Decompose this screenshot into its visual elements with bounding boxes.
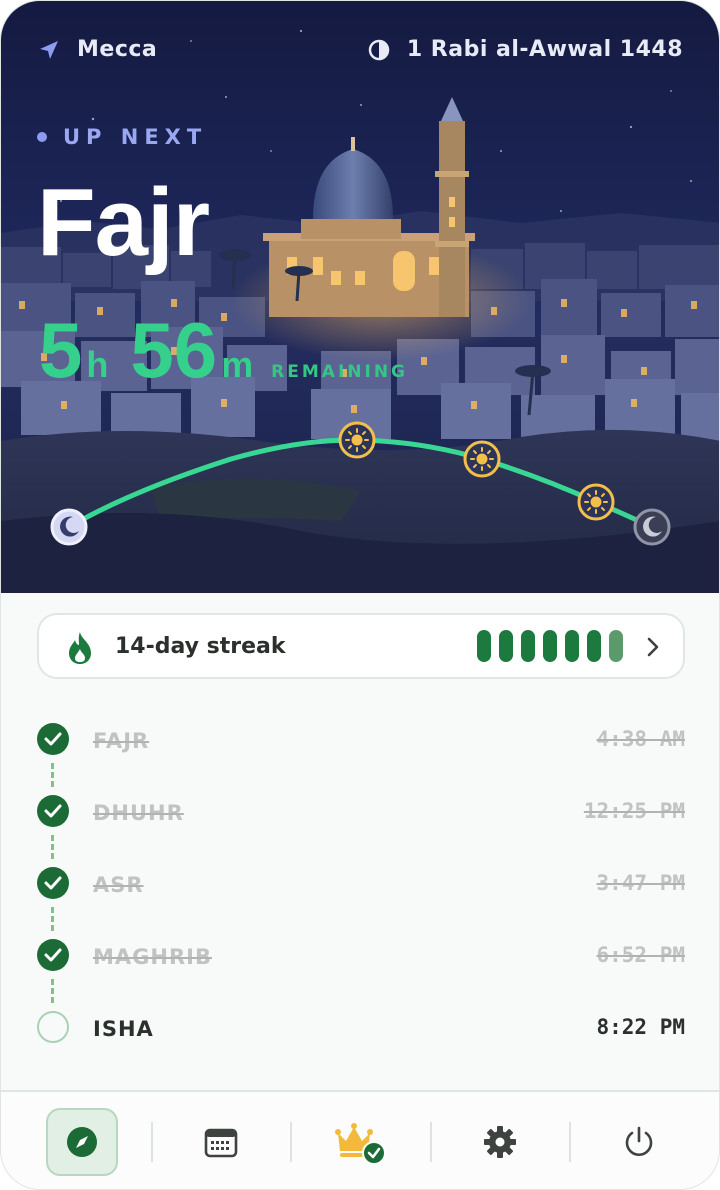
chevron-right-icon xyxy=(647,637,659,657)
countdown-hours-unit: h xyxy=(86,344,109,385)
up-next-text: UP NEXT xyxy=(63,125,208,149)
countdown-minutes-unit: m xyxy=(221,344,254,385)
nav-premium-button[interactable] xyxy=(324,1108,396,1176)
location-arrow-icon xyxy=(40,40,58,59)
up-next-label: UP NEXT xyxy=(37,125,207,149)
flame-icon xyxy=(69,632,91,664)
prayer-name: DHUHR xyxy=(93,801,184,825)
sun-icon xyxy=(463,440,501,478)
checkmark-icon[interactable] xyxy=(37,723,69,755)
countdown-remaining-label: REMAINING xyxy=(271,362,409,382)
prayer-name: ASR xyxy=(93,873,144,897)
prayer-row-asr[interactable]: ASR 3:47 PM xyxy=(1,851,719,923)
countdown-minutes: 56 xyxy=(130,306,218,394)
nav-divider xyxy=(430,1122,432,1162)
prayer-time: 3:47 PM xyxy=(596,871,685,895)
location[interactable]: Mecca xyxy=(37,37,157,62)
prayer-time: 12:25 PM xyxy=(583,799,685,823)
hero-panel: Mecca 1 Rabi al-Awwal 1448 UP NEXT Fajr … xyxy=(1,1,719,593)
countdown-hours: 5 xyxy=(39,306,83,394)
up-next-dot xyxy=(37,132,47,142)
prayer-row-isha[interactable]: ISHA 8:22 PM xyxy=(1,995,719,1067)
streak-label: 14-day streak xyxy=(115,634,286,659)
prayer-row-fajr[interactable]: FAJR 4:38 AM xyxy=(1,707,719,779)
prayer-time: 8:22 PM xyxy=(596,1015,685,1039)
streak-progress xyxy=(477,630,623,662)
streak-bar xyxy=(587,630,601,662)
prayer-row-dhuhr[interactable]: DHUHR 12:25 PM xyxy=(1,779,719,851)
hijri-date: 1 Rabi al-Awwal 1448 xyxy=(367,37,683,62)
streak-bar xyxy=(543,630,557,662)
crown-icon xyxy=(335,1123,386,1165)
sun-icon xyxy=(338,421,376,459)
app-window: Mecca 1 Rabi al-Awwal 1448 UP NEXT Fajr … xyxy=(0,0,720,1190)
bottom-nav xyxy=(1,1090,719,1189)
checkmark-icon[interactable] xyxy=(37,795,69,827)
streak-bar xyxy=(477,630,491,662)
moon-icon xyxy=(50,508,88,546)
streak-card[interactable]: 14-day streak xyxy=(37,613,685,679)
moon-phase-icon xyxy=(368,39,390,60)
streak-bar xyxy=(521,630,535,662)
next-prayer-name: Fajr xyxy=(37,169,210,276)
countdown: 5 h 56 m REMAINING xyxy=(39,311,408,389)
streak-bar xyxy=(609,630,623,662)
checkmark-icon[interactable] xyxy=(37,867,69,899)
streak-bar xyxy=(565,630,579,662)
prayer-time: 6:52 PM xyxy=(596,943,685,967)
nav-settings-button[interactable] xyxy=(464,1108,536,1176)
compass-icon xyxy=(67,1127,97,1157)
nav-compass-button[interactable] xyxy=(46,1108,118,1176)
hijri-date-text: 1 Rabi al-Awwal 1448 xyxy=(406,37,683,62)
power-icon xyxy=(625,1126,653,1156)
streak-bar xyxy=(499,630,513,662)
prayer-name: MAGHRIB xyxy=(93,945,212,969)
gear-icon xyxy=(484,1126,516,1158)
prayer-name: FAJR xyxy=(93,729,150,753)
location-name: Mecca xyxy=(77,37,158,62)
nav-divider xyxy=(151,1122,153,1162)
nav-power-button[interactable] xyxy=(603,1108,675,1176)
empty-circle-icon[interactable] xyxy=(37,1011,69,1043)
prayer-name: ISHA xyxy=(93,1017,154,1041)
sun-icon xyxy=(577,483,615,521)
prayer-row-maghrib[interactable]: MAGHRIB 6:52 PM xyxy=(1,923,719,995)
nav-divider xyxy=(290,1122,292,1162)
calendar-icon xyxy=(204,1128,238,1158)
day-arc xyxy=(50,421,671,546)
nav-calendar-button[interactable] xyxy=(185,1108,257,1176)
checkmark-icon[interactable] xyxy=(37,939,69,971)
prayer-time: 4:38 AM xyxy=(596,727,685,751)
moon-icon xyxy=(633,508,671,546)
nav-divider xyxy=(569,1122,571,1162)
